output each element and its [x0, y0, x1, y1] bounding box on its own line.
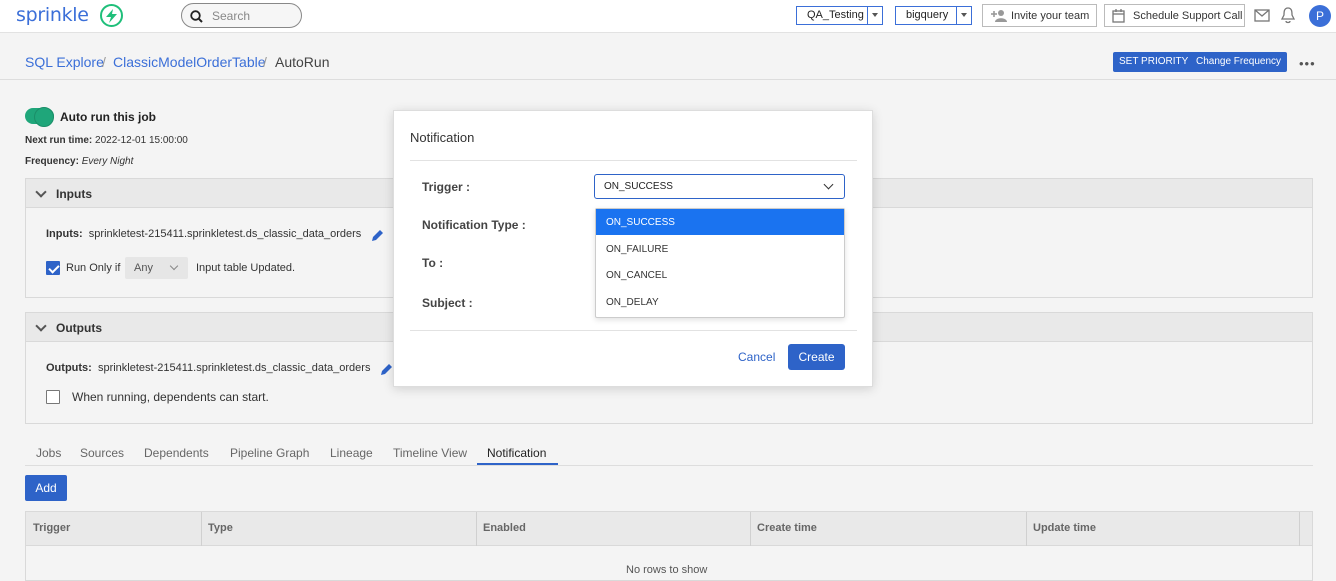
- trigger-option-on-cancel[interactable]: ON_CANCEL: [596, 262, 844, 288]
- create-button[interactable]: Create: [788, 344, 845, 370]
- trigger-option-on-delay[interactable]: ON_DELAY: [596, 289, 844, 315]
- modal-footer-divider: [410, 330, 857, 331]
- subject-label: Subject :: [422, 296, 473, 310]
- modal-divider: [410, 160, 857, 161]
- trigger-option-on-success[interactable]: ON_SUCCESS: [596, 209, 844, 235]
- option-label: ON_CANCEL: [606, 270, 668, 281]
- option-label: ON_SUCCESS: [606, 217, 675, 228]
- notification-modal: Notification Trigger : Notification Type…: [393, 110, 873, 387]
- trigger-option-on-failure[interactable]: ON_FAILURE: [596, 236, 844, 262]
- trigger-select[interactable]: ON_SUCCESS: [594, 174, 845, 199]
- trigger-label: Trigger :: [422, 180, 471, 194]
- trigger-value: ON_SUCCESS: [604, 181, 673, 192]
- option-label: ON_FAILURE: [606, 244, 669, 255]
- to-label: To :: [422, 256, 444, 270]
- modal-title: Notification: [410, 130, 475, 145]
- notification-type-label: Notification Type :: [422, 218, 526, 232]
- option-label: ON_DELAY: [606, 297, 659, 308]
- cancel-button[interactable]: Cancel: [738, 350, 775, 364]
- trigger-dropdown: ON_SUCCESS ON_FAILURE ON_CANCEL ON_DELAY: [595, 208, 845, 318]
- chevron-down-icon: [823, 179, 834, 190]
